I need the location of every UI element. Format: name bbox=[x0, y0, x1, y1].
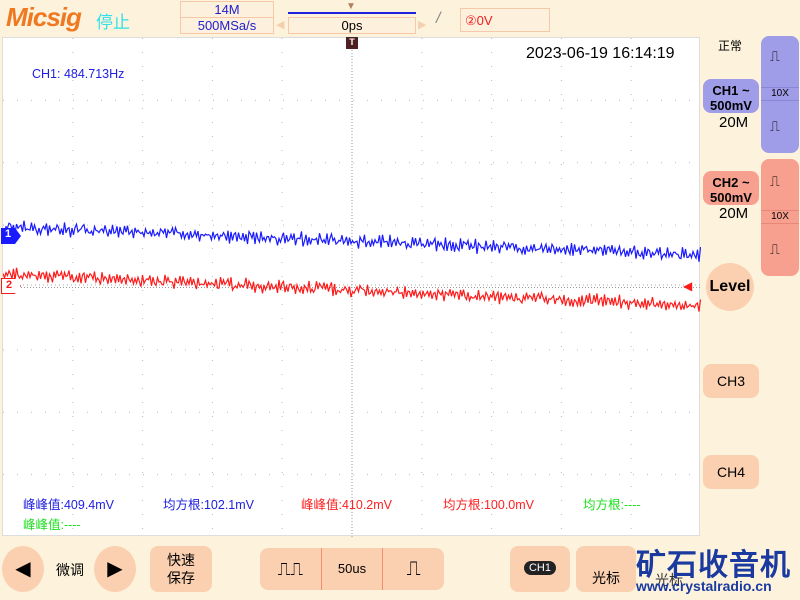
ch2-rms: 均方根:100.0mV bbox=[443, 494, 534, 513]
waveform-display[interactable]: 2023-06-19 16:14:19 CH1: 484.713Hz T 1 2… bbox=[2, 37, 700, 536]
timebase-control[interactable]: ⎍⎍ 50us ⎍ bbox=[260, 548, 444, 590]
fine-adjust-label: 微调 bbox=[56, 560, 84, 580]
ch3-button[interactable]: CH3 bbox=[703, 364, 759, 398]
run-state[interactable]: 停止 bbox=[96, 8, 130, 33]
right-arrow-icon[interactable]: ▶ bbox=[418, 18, 426, 31]
ch2-bandwidth: 20M bbox=[719, 205, 748, 222]
quick-save-label-1: 快速 bbox=[167, 552, 195, 568]
trigger-position-icon: ▼ bbox=[346, 1, 356, 12]
ch3-rms: 均方根:---- bbox=[583, 494, 641, 513]
channel-select-label: CH1 bbox=[524, 561, 556, 575]
ch2-probe-panel[interactable]: ⎍ 10X ⎍ bbox=[761, 159, 799, 276]
left-arrow-icon[interactable]: ◀ bbox=[276, 18, 284, 31]
ch1-probe-panel[interactable]: ⎍ 10X ⎍ bbox=[761, 36, 799, 153]
timebase-value: 50us bbox=[322, 548, 384, 590]
quick-save-label-2: 保存 bbox=[167, 570, 195, 586]
ch4-button[interactable]: CH4 bbox=[703, 455, 759, 489]
time-offset[interactable]: 0ps bbox=[288, 17, 416, 34]
cursor-button[interactable]: 光标 bbox=[576, 546, 636, 592]
rising-edge-icon[interactable]: / bbox=[436, 10, 440, 28]
ch1-label: CH1 ~ bbox=[712, 83, 749, 98]
ch2-scale-down-icon[interactable]: ⎍ bbox=[770, 241, 780, 258]
ch2-label: CH2 ~ bbox=[712, 175, 749, 190]
left-arrow-icon: ◀ bbox=[15, 558, 30, 580]
fine-left-button[interactable]: ◀ bbox=[2, 546, 44, 592]
ch1-settings[interactable]: CH1 ~500mV bbox=[703, 79, 759, 113]
ch1-scale-up-icon[interactable]: ⎍ bbox=[770, 48, 780, 65]
level-knob[interactable]: Level bbox=[706, 263, 754, 311]
sample-rate[interactable]: 500MSa/s bbox=[180, 17, 274, 34]
ch1-bandwidth: 20M bbox=[719, 114, 748, 131]
trigger-level-marker[interactable]: ◀ bbox=[683, 279, 692, 293]
cursor-label: 光标 bbox=[592, 570, 620, 586]
frequency-readout: CH1: 484.713Hz bbox=[32, 67, 124, 81]
quick-save-button[interactable]: 快速 保存 bbox=[150, 546, 212, 592]
trigger-level[interactable]: ②0V bbox=[460, 8, 550, 32]
ch1-probe-ratio: 10X bbox=[761, 87, 799, 101]
right-arrow-icon: ▶ bbox=[107, 558, 122, 580]
brand-logo: Micsig bbox=[6, 2, 81, 33]
ch1-scale-down-icon[interactable]: ⎍ bbox=[770, 118, 780, 135]
ch2-scale-up-icon[interactable]: ⎍ bbox=[770, 173, 780, 190]
fine-right-button[interactable]: ▶ bbox=[94, 546, 136, 592]
memory-depth[interactable]: 14M bbox=[180, 1, 274, 18]
trigger-marker[interactable]: T bbox=[346, 37, 358, 49]
ch3-vpp: 峰峰值:---- bbox=[23, 514, 81, 533]
timebase-increase-icon[interactable]: ⎍ bbox=[383, 548, 444, 590]
waveform-canvas bbox=[3, 38, 701, 537]
ch2-scale: 500mV bbox=[710, 190, 752, 205]
ch1-waveform bbox=[3, 221, 701, 262]
ch1-rms: 均方根:102.1mV bbox=[163, 494, 254, 513]
ch2-settings[interactable]: CH2 ~500mV bbox=[703, 171, 759, 205]
ch1-scale: 500mV bbox=[710, 98, 752, 113]
acquisition-mode[interactable]: 正常 bbox=[718, 37, 742, 54]
channel-select-button[interactable]: CH1 bbox=[510, 546, 570, 592]
ch2-probe-ratio: 10X bbox=[761, 210, 799, 224]
ch2-vpp: 峰峰值:410.2mV bbox=[301, 494, 392, 513]
ch1-vpp: 峰峰值:409.4mV bbox=[23, 494, 114, 513]
watermark-url: www.crystalradio.cn bbox=[636, 578, 772, 594]
timebase-decrease-icon[interactable]: ⎍⎍ bbox=[260, 548, 322, 590]
memory-position-bar[interactable] bbox=[288, 12, 416, 14]
timestamp: 2023-06-19 16:14:19 bbox=[526, 45, 675, 63]
